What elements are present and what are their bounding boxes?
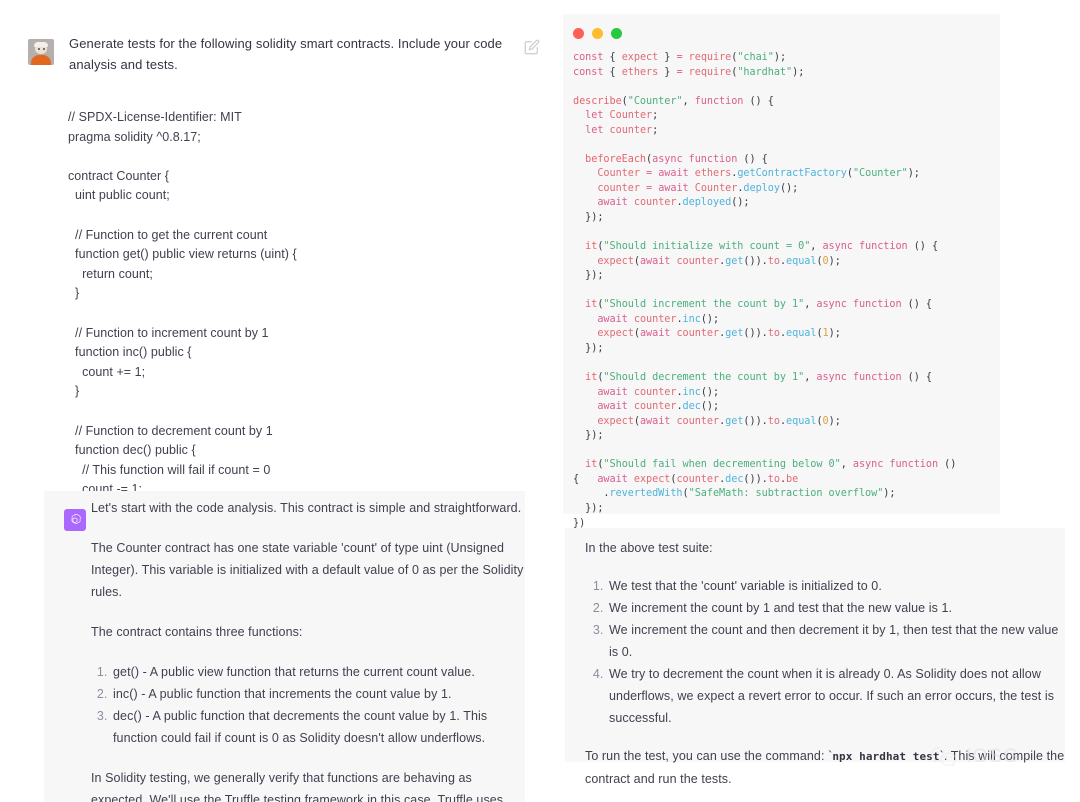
openai-logo-icon [64, 509, 86, 531]
minimize-button[interactable] [592, 28, 603, 39]
list-item: We test that the 'count' variable is ini… [607, 575, 1065, 597]
close-button[interactable] [573, 28, 584, 39]
maximize-button[interactable] [611, 28, 622, 39]
assistant-paragraph-1: Let's start with the code analysis. This… [91, 497, 525, 519]
left-conversation-column: Generate tests for the following solidit… [0, 0, 548, 802]
watermark-text: IOSG [966, 746, 1020, 768]
user-message-row: Generate tests for the following solidit… [28, 33, 540, 75]
user-avatar [28, 39, 54, 65]
assistant-paragraph-4: In Solidity testing, we generally verify… [91, 767, 525, 802]
code-editor-window: const { expect } = require("chai"); cons… [563, 14, 1000, 514]
list-item: We increment the count by 1 and test tha… [607, 597, 1065, 619]
wechat-logo-icon [930, 745, 960, 769]
javascript-test-code: const { expect } = require("chai"); cons… [563, 51, 1000, 531]
assistant-paragraph-3: The contract contains three functions: [91, 621, 525, 643]
avatar-hair [34, 42, 48, 47]
function-description-list: get() - A public view function that retu… [91, 661, 525, 749]
avatar-eye-right [43, 48, 45, 50]
avatar-body [31, 55, 51, 65]
list-item: inc() - A public function that increment… [111, 683, 525, 705]
avatar-eye-left [38, 48, 40, 50]
watermark: IOSG [930, 745, 1020, 769]
assistant-paragraph-2: The Counter contract has one state varia… [91, 537, 525, 603]
list-item: dec() - A public function that decrement… [111, 705, 525, 749]
list-item: get() - A public view function that retu… [111, 661, 525, 683]
edit-square-icon[interactable] [524, 39, 540, 55]
screenshot-root: Generate tests for the following solidit… [0, 0, 1080, 802]
list-item: We increment the count and then decremen… [607, 619, 1065, 663]
solidity-contract-code: // SPDX-License-Identifier: MIT pragma s… [68, 108, 528, 539]
run-command-prefix: To run the test, you can use the command… [585, 749, 832, 763]
explanation-intro: In the above test suite: [585, 537, 1065, 559]
test-steps-list: We test that the 'count' variable is ini… [585, 575, 1065, 729]
run-command-code: npx hardhat test [832, 750, 939, 763]
assistant-answer-text: Let's start with the code analysis. This… [91, 497, 525, 802]
user-message-block: Generate tests for the following solidit… [28, 33, 540, 75]
window-traffic-lights [563, 28, 1000, 39]
list-item: We try to decrement the count when it is… [607, 663, 1065, 729]
user-message-text: Generate tests for the following solidit… [69, 33, 509, 75]
